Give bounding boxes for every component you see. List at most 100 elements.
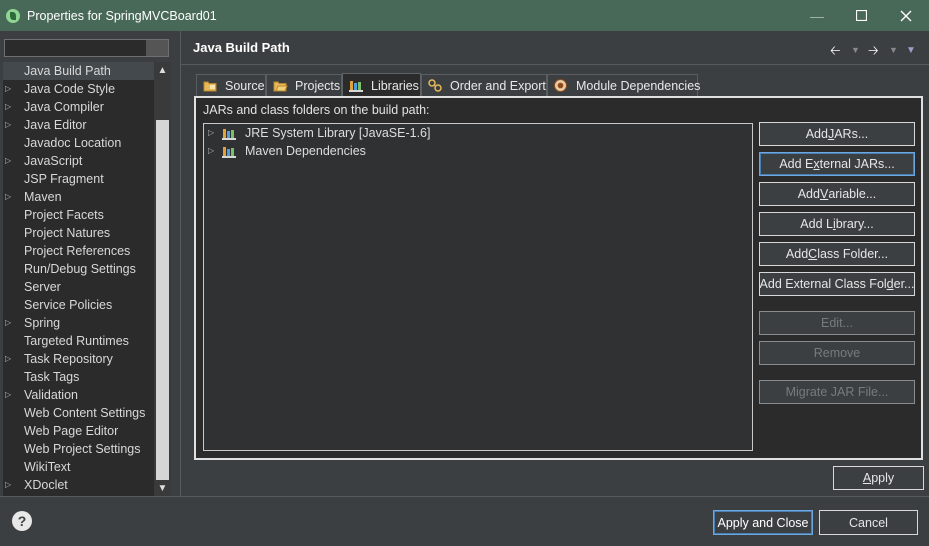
libraries-icon — [349, 79, 364, 92]
tab-label: Order and Export — [450, 78, 546, 93]
spring-app-icon — [6, 8, 20, 23]
filter-clear-button[interactable] — [146, 40, 168, 56]
tree-item-label: JRE System Library [JavaSE-1.6] — [245, 126, 431, 140]
nav-item[interactable]: Targeted Runtimes — [3, 332, 154, 350]
expand-arrow-icon[interactable]: ▷ — [208, 142, 222, 160]
expand-arrow-icon[interactable]: ▷ — [5, 98, 15, 116]
nav-item-label: Web Page Editor — [24, 424, 119, 438]
remove-button[interactable]: Remove — [759, 341, 915, 365]
add-external-class-folder-button[interactable]: Add External Class Fol d er... — [759, 272, 915, 296]
nav-item[interactable]: JSP Fragment — [3, 170, 154, 188]
expand-arrow-icon[interactable]: ▷ — [5, 188, 15, 206]
nav-item[interactable]: ▷ Maven — [3, 188, 154, 206]
nav-item[interactable]: Project Natures — [3, 224, 154, 242]
nav-item[interactable]: Web Content Settings — [3, 404, 154, 422]
expand-arrow-icon[interactable]: ▷ — [5, 314, 15, 332]
nav-item[interactable]: Server — [3, 278, 154, 296]
nav-item-label: Project Facets — [24, 208, 104, 222]
build-path-label: JARs and class folders on the build path… — [203, 103, 430, 117]
nav-item[interactable]: ▷ JavaScript — [3, 152, 154, 170]
nav-item[interactable]: ▷ Task Repository — [3, 350, 154, 368]
apply-and-close-button[interactable]: Apply and Close — [713, 510, 813, 535]
nav-item-label: Targeted Runtimes — [24, 334, 129, 348]
maximize-button[interactable] — [838, 0, 884, 31]
filter-input[interactable] — [4, 39, 169, 57]
window-title: Properties for SpringMVCBoard01 — [27, 8, 217, 23]
nav-item[interactable]: ▷ Spring — [3, 314, 154, 332]
library-icon — [222, 145, 238, 158]
tab-projects[interactable]: Projects — [266, 74, 342, 96]
nav-item-label: Java Editor — [24, 118, 87, 132]
apply-button[interactable]: Apply — [833, 466, 924, 490]
cancel-button[interactable]: Cancel — [819, 510, 918, 535]
tab-order-export[interactable]: Order and Export — [421, 74, 547, 96]
module-dependencies-icon — [554, 79, 569, 92]
help-icon[interactable]: ? — [12, 511, 32, 531]
scroll-up-icon[interactable]: ▲ — [154, 62, 171, 78]
migrate-jar-button[interactable]: Migrate JAR File... — [759, 380, 915, 404]
add-external-jars-button[interactable]: Add Ex ternal JARs... — [759, 152, 915, 176]
nav-item[interactable]: Javadoc Location — [3, 134, 154, 152]
forward-dropdown-icon[interactable]: ▼ — [889, 45, 898, 55]
nav-item-label: Service Policies — [24, 298, 113, 312]
add-variable-button[interactable]: Add Variable... — [759, 182, 915, 206]
add-class-folder-button[interactable]: Add Class Folder... — [759, 242, 915, 266]
footer-separator — [0, 496, 929, 497]
expand-arrow-icon[interactable]: ▷ — [5, 152, 15, 170]
tab-source[interactable]: Source — [196, 74, 266, 96]
expand-arrow-icon[interactable]: ▷ — [208, 124, 222, 142]
nav-item[interactable]: Service Policies — [3, 296, 154, 314]
minimize-button[interactable]: — — [794, 0, 840, 31]
nav-item[interactable]: ▷ Java Compiler — [3, 98, 154, 116]
library-icon — [222, 127, 238, 140]
nav-item[interactable]: WikiText — [3, 458, 154, 476]
edit-button[interactable]: Edit... — [759, 311, 915, 335]
expand-arrow-icon[interactable]: ▷ — [5, 350, 15, 368]
nav-item[interactable]: Task Tags — [3, 368, 154, 386]
header-separator — [181, 64, 929, 65]
nav-item[interactable]: Run/Debug Settings — [3, 260, 154, 278]
nav-item[interactable]: Project Facets — [3, 206, 154, 224]
maximize-icon — [855, 10, 867, 21]
expand-arrow-icon[interactable]: ▷ — [5, 80, 15, 98]
back-arrow-icon[interactable]: 🡠 — [830, 42, 841, 64]
back-dropdown-icon[interactable]: ▼ — [851, 45, 860, 55]
tab-label: Libraries — [371, 78, 419, 93]
nav-item[interactable]: Project References — [3, 242, 154, 260]
nav-item-label: Server — [24, 280, 61, 294]
nav-item[interactable]: ▷ XDoclet — [3, 476, 154, 494]
nav-item[interactable]: Web Page Editor — [3, 422, 154, 440]
scroll-down-icon[interactable]: ▼ — [154, 480, 171, 496]
expand-arrow-icon[interactable]: ▷ — [5, 386, 15, 404]
add-jars-button[interactable]: Add J ARs... — [759, 122, 915, 146]
forward-arrow-icon[interactable]: 🡢 — [868, 42, 879, 64]
nav-item[interactable]: Java Build Path — [3, 62, 154, 80]
nav-item-label: Task Repository — [24, 352, 113, 366]
tab-libraries[interactable]: Libraries — [342, 73, 421, 97]
nav-item[interactable]: ▷ Java Editor — [3, 116, 154, 134]
tab-module-dependencies[interactable]: Module Dependencies — [547, 74, 700, 96]
source-folder-icon — [203, 79, 218, 92]
expand-arrow-icon[interactable]: ▷ — [5, 116, 15, 134]
scrollbar-thumb[interactable] — [156, 120, 169, 480]
tab-label: Projects — [295, 78, 341, 93]
tree-item-maven-dependencies[interactable]: ▷ Maven Dependencies — [208, 142, 366, 160]
view-menu-icon[interactable]: ▼ — [906, 45, 916, 56]
close-icon — [900, 10, 912, 21]
libraries-tree[interactable]: ▷ JRE System Library [JavaSE-1.6] ▷ Mave… — [203, 123, 753, 451]
title-bar: Properties for SpringMVCBoard01 — — [0, 0, 929, 31]
nav-item-label: JavaScript — [24, 154, 83, 168]
nav-item[interactable]: ▷ Validation — [3, 386, 154, 404]
order-export-icon — [428, 79, 443, 92]
tab-label: Source — [225, 78, 265, 93]
tree-item-jre-system-library[interactable]: ▷ JRE System Library [JavaSE-1.6] — [208, 124, 430, 142]
add-library-button[interactable]: Add Li brary... — [759, 212, 915, 236]
property-page-tree: Java Build Path ▷ Java Code Style ▷ Java Com… — [3, 62, 154, 496]
nav-item[interactable]: Web Project Settings — [3, 440, 154, 458]
expand-arrow-icon[interactable]: ▷ — [5, 476, 15, 494]
close-button[interactable] — [883, 0, 929, 31]
nav-item-label: Validation — [24, 388, 78, 402]
nav-item[interactable]: ▷ Java Code Style — [3, 80, 154, 98]
splitter[interactable] — [180, 31, 181, 496]
nav-scrollbar[interactable]: ▲ ▼ — [154, 62, 171, 496]
